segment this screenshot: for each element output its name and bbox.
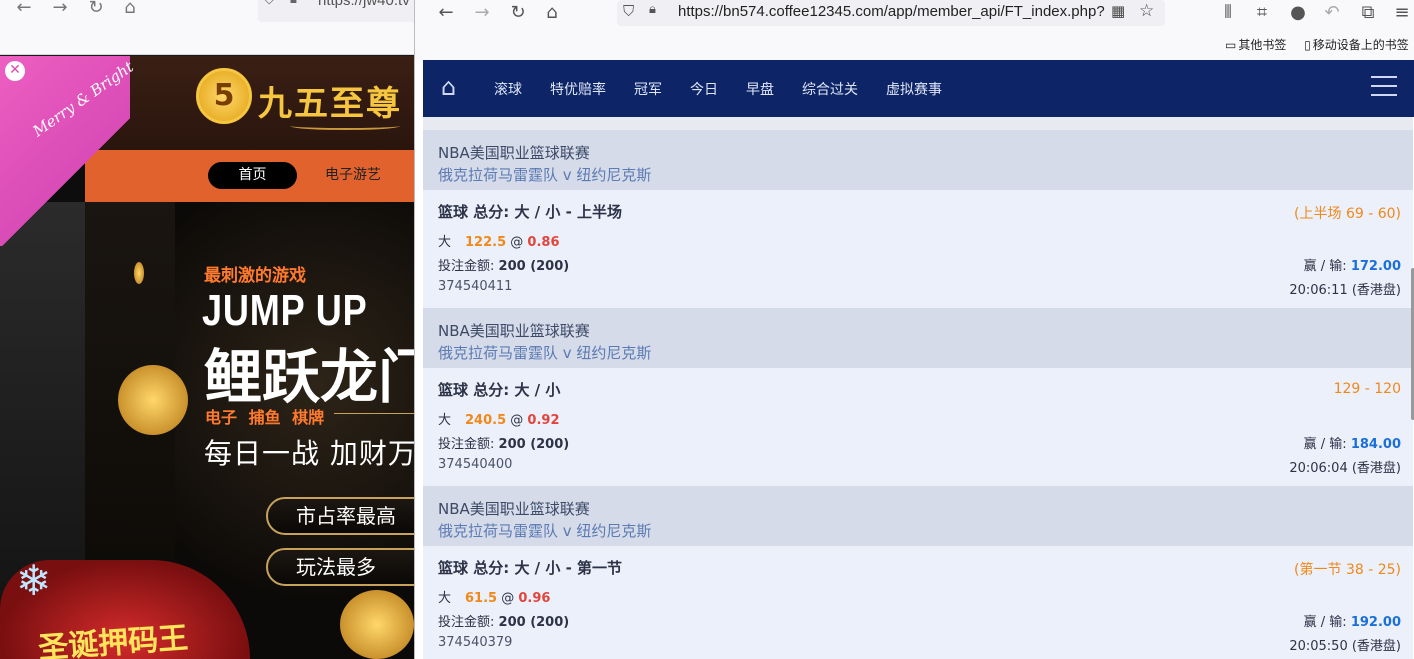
- bet-time: 20:06:04 (香港盘): [1289, 461, 1401, 476]
- forward-icon[interactable]: →: [48, 0, 72, 20]
- home-icon[interactable]: ⌂: [441, 74, 469, 100]
- home-icon[interactable]: ⌂: [539, 2, 565, 24]
- bet-selection: 大 61.5 @ 0.96: [438, 591, 551, 606]
- logo-mark: 5: [196, 68, 252, 124]
- qr-code-icon[interactable]: ▦: [1111, 2, 1125, 20]
- lock-icon: 🔒︎: [649, 2, 656, 17]
- bet-time: 20:06:11 (香港盘): [1289, 283, 1401, 298]
- ticket-id: 374540379: [438, 635, 513, 650]
- extensions-icon[interactable]: ⧉: [1355, 2, 1381, 24]
- promo-title: JUMP UP: [202, 286, 368, 335]
- bet-winloss: 赢 / 输: 172.00: [1303, 259, 1401, 274]
- nav-item-live[interactable]: 滚球: [494, 79, 522, 99]
- bet-card: NBA美国职业篮球联赛 俄克拉荷马雷霆队 v 纽约尼克斯 篮球 总分: 大 / …: [423, 476, 1413, 659]
- library-icon[interactable]: ⫴: [1215, 2, 1241, 24]
- promo-categories: 电子 捕鱼 棋牌: [205, 408, 325, 427]
- bet-stake: 投注金额: 200 (200): [438, 259, 570, 274]
- chat-icon[interactable]: ●: [1285, 2, 1311, 24]
- folder-icon: ▭: [1225, 38, 1237, 52]
- close-icon[interactable]: ✕: [5, 61, 25, 81]
- ticket-id: 374540411: [438, 279, 513, 294]
- reload-icon[interactable]: ↻: [84, 0, 108, 20]
- coin-icon: [118, 365, 188, 435]
- promo-slogan: 每日一战 加财万: [204, 437, 414, 470]
- lock-icon: 🔒︎: [290, 0, 297, 7]
- bet-selection: 大 240.5 @ 0.92: [438, 413, 560, 428]
- left-url-text: https://jw40.tv: [318, 0, 410, 9]
- bet-details: 篮球 总分: 大 / 小 - 上半场 (上半场 69 - 60) 大 122.5 …: [423, 190, 1413, 310]
- reload-icon[interactable]: ↻: [505, 2, 531, 24]
- star-icon[interactable]: ☆: [1139, 1, 1154, 21]
- shield-icon: ⛉: [264, 0, 275, 8]
- bet-list: NBA美国职业篮球联赛 俄克拉荷马雷霆队 v 纽约尼克斯 篮球 总分: 大 / …: [423, 117, 1413, 659]
- bet-header: NBA美国职业篮球联赛 俄克拉荷马雷霆队 v 纽约尼克斯: [423, 308, 1413, 368]
- match-teams: 俄克拉荷马雷霆队 v 纽约尼克斯: [438, 522, 652, 540]
- sportsbook-nav: ⌂ 滚球 特优赔率 冠军 今日 早盘 综合过关 虚拟赛事: [423, 60, 1414, 117]
- left-browser-toolbar: ← → ↻ ⌂ ⛉ 🔒︎ https://jw40.tv: [0, 0, 414, 55]
- bookmarks-bar: ▭ 其他书签 ▯ 移动设备上的书签: [1225, 36, 1414, 53]
- bet-header: NBA美国职业篮球联赛 俄克拉荷马雷霆队 v 纽约尼克斯: [423, 130, 1413, 190]
- bet-score: (第一节 38 - 25): [1294, 562, 1401, 578]
- mobile-icon: ▯: [1304, 38, 1311, 52]
- bet-card: NBA美国职业篮球联赛 俄克拉荷马雷霆队 v 纽约尼克斯 篮球 总分: 大 / …: [423, 120, 1413, 310]
- promo-divider: [334, 413, 414, 414]
- bet-winloss: 赢 / 输: 192.00: [1303, 615, 1401, 630]
- home-icon[interactable]: ⌂: [118, 0, 142, 20]
- league-name: NBA美国职业篮球联赛: [438, 322, 590, 340]
- bet-winloss: 赢 / 输: 184.00: [1303, 437, 1401, 452]
- coin-icon: [134, 262, 144, 284]
- right-url-text: https://bn574.coffee12345.com/app/member…: [678, 3, 1105, 20]
- bet-market: 篮球 总分: 大 / 小 - 第一节: [438, 559, 623, 577]
- right-browser-toolbar: ← → ↻ ⌂ ⛉ 🔒︎ https://bn574.coffee12345.c…: [415, 0, 1414, 60]
- nav-item-early[interactable]: 早盘: [746, 79, 774, 99]
- bet-score: (上半场 69 - 60): [1294, 206, 1401, 222]
- promo-tag: 最刺激的游戏: [204, 266, 306, 286]
- bookmark-folder-other[interactable]: ▭ 其他书签: [1225, 36, 1286, 53]
- league-name: NBA美国职业篮球联赛: [438, 144, 590, 162]
- nav-item-virtual[interactable]: 虚拟赛事: [886, 79, 942, 99]
- nav-item-today[interactable]: 今日: [690, 79, 718, 99]
- bet-time: 20:05:50 (香港盘): [1289, 639, 1401, 654]
- bet-details: 篮球 总分: 大 / 小 129 - 120 大 240.5 @ 0.92 投注金…: [423, 368, 1413, 488]
- promo-pill-market-share[interactable]: 市占率最高: [266, 497, 414, 535]
- bet-score: 129 - 120: [1333, 381, 1401, 397]
- nav-item-parlay[interactable]: 综合过关: [802, 79, 858, 99]
- site-nav: 首页 电子游艺: [85, 150, 414, 202]
- bet-stake: 投注金额: 200 (200): [438, 437, 570, 452]
- promo-pill-most-games[interactable]: 玩法最多: [266, 548, 414, 586]
- bet-header: NBA美国职业篮球联赛 俄克拉荷马雷霆队 v 纽约尼克斯: [423, 486, 1413, 546]
- bet-details: 篮球 总分: 大 / 小 - 第一节 (第一节 38 - 25) 大 61.5 @…: [423, 546, 1413, 659]
- site-nav-slots[interactable]: 电子游艺: [325, 162, 381, 189]
- ticket-id: 374540400: [438, 457, 513, 472]
- right-browser-window: ← → ↻ ⌂ ⛉ 🔒︎ https://bn574.coffee12345.c…: [414, 0, 1414, 659]
- nav-item-outright[interactable]: 冠军: [634, 79, 662, 99]
- left-address-bar[interactable]: ⛉ 🔒︎ https://jw40.tv: [258, 0, 414, 22]
- logo-ornament: [290, 122, 400, 130]
- promo-title-cn: 鲤跃龙门: [204, 343, 414, 411]
- nav-item-best-odds[interactable]: 特优赔率: [550, 79, 606, 99]
- bet-market: 篮球 总分: 大 / 小: [438, 381, 561, 399]
- right-address-bar[interactable]: ⛉ 🔒︎ https://bn574.coffee12345.com/app/m…: [617, 0, 1165, 26]
- hamburger-menu-icon[interactable]: [1371, 76, 1397, 98]
- match-teams: 俄克拉荷马雷霆队 v 纽约尼克斯: [438, 344, 652, 362]
- coin-icon: [340, 590, 414, 659]
- bet-stake: 投注金额: 200 (200): [438, 615, 570, 630]
- back-icon[interactable]: ←: [433, 2, 459, 24]
- site-nav-home[interactable]: 首页: [208, 162, 297, 189]
- league-name: NBA美国职业篮球联赛: [438, 500, 590, 518]
- match-teams: 俄克拉荷马雷霆队 v 纽约尼克斯: [438, 166, 652, 184]
- logo-text: 九五至尊: [258, 86, 402, 123]
- shield-icon: ⛉: [623, 2, 635, 20]
- snowflake-icon: ❄: [16, 556, 52, 605]
- bookmark-folder-mobile[interactable]: ▯ 移动设备上的书签: [1304, 36, 1409, 53]
- forward-icon[interactable]: →: [469, 2, 495, 24]
- bet-selection: 大 122.5 @ 0.86: [438, 235, 560, 250]
- left-browser-window: ← → ↻ ⌂ ⛉ 🔒︎ https://jw40.tv 5 九五至尊 首页 电…: [0, 0, 414, 659]
- bet-card: NBA美国职业篮球联赛 俄克拉荷马雷霆队 v 纽约尼克斯 篮球 总分: 大 / …: [423, 298, 1413, 488]
- crop-icon[interactable]: ⌗: [1249, 2, 1275, 24]
- undo-icon[interactable]: ↶: [1319, 2, 1345, 24]
- bet-market: 篮球 总分: 大 / 小 - 上半场: [438, 203, 623, 221]
- menu-icon[interactable]: ≡: [1389, 2, 1414, 24]
- back-icon[interactable]: ←: [12, 0, 36, 20]
